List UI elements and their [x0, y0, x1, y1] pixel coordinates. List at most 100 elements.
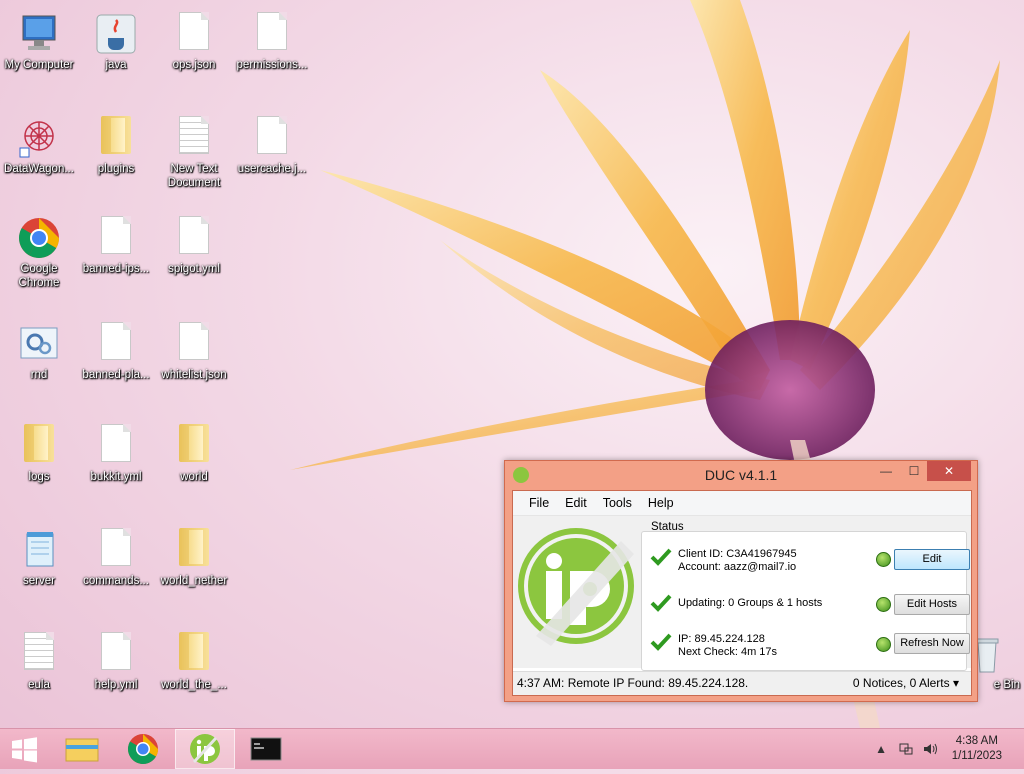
window-client-area: File Edit Tools Help Status Client ID: C3A4…	[512, 490, 972, 696]
file-icon	[94, 632, 138, 676]
folder-icon	[172, 528, 216, 572]
updating-text: Updating: 0 Groups & 1 hosts	[678, 597, 823, 609]
desktop-icon-label: commands...	[83, 575, 149, 587]
notices-alerts-dropdown[interactable]: 0 Notices, 0 Alerts ▾	[853, 676, 959, 690]
desktop-icon-commands[interactable]: commands...	[78, 524, 154, 616]
desktop-icon-server[interactable]: server	[1, 524, 77, 616]
java-icon	[94, 12, 138, 56]
notepad-icon	[17, 528, 61, 572]
network-icon[interactable]	[898, 741, 914, 757]
taskbar-chrome[interactable]	[113, 729, 173, 769]
ip-logo-icon	[518, 528, 634, 646]
desktop-icon-label: plugins	[97, 163, 135, 175]
desktop-icon-plugins[interactable]: plugins	[78, 112, 154, 204]
check-icon	[650, 594, 672, 612]
menu-bar: File Edit Tools Help	[513, 491, 971, 516]
desktop-icon-java[interactable]: java	[78, 8, 154, 100]
folder-icon	[65, 738, 99, 762]
menu-tools[interactable]: Tools	[595, 491, 640, 515]
desktop-icon-banned-ips[interactable]: banned-ips...	[78, 212, 154, 304]
close-button[interactable]: ✕	[927, 461, 971, 481]
desktop-icon-label: Google Chrome	[18, 263, 60, 289]
taskbar-command-prompt[interactable]	[236, 729, 296, 769]
desktop-icon-label: whitelist.json	[161, 369, 227, 381]
file-icon	[94, 528, 138, 572]
desktop-icon-label: rnd	[30, 369, 48, 381]
window-titlebar[interactable]: DUC v4.1.1 — ☐ ✕	[505, 461, 977, 490]
menu-help[interactable]: Help	[640, 491, 682, 515]
desktop-icon-label: world	[180, 471, 208, 483]
file-icon	[172, 12, 216, 56]
clock-time: 4:38 AM	[955, 735, 998, 747]
check-icon	[650, 633, 672, 651]
file-icon	[250, 12, 294, 56]
file-icon	[172, 322, 216, 366]
desktop-icon-world-nether[interactable]: world_nether	[156, 524, 232, 616]
chrome-icon	[17, 216, 61, 260]
chrome-icon	[127, 734, 159, 765]
system-clock[interactable]: 4:38 AM 1/11/2023	[952, 734, 1002, 764]
ip-text: IP: 89.45.224.128	[678, 633, 765, 645]
status-ok-icon	[876, 552, 891, 567]
desktop-icon-new-text-document[interactable]: New Text Document	[156, 112, 232, 204]
desktop-icon-datawagon[interactable]: DataWagon...	[1, 112, 77, 204]
desktop-icon-ops-json[interactable]: ops.json	[156, 8, 232, 100]
desktop-icon-world[interactable]: world	[156, 420, 232, 512]
desktop-icon-help-yml[interactable]: help.yml	[78, 628, 154, 720]
show-hidden-icons-button[interactable]: ▲	[875, 742, 887, 756]
desktop-icon-label: My Computer	[4, 59, 74, 71]
refresh-now-button[interactable]: Refresh Now	[894, 633, 970, 654]
duc-window[interactable]: DUC v4.1.1 — ☐ ✕ File Edit Tools Help Statu…	[504, 460, 978, 702]
client-id-text: Client ID: C3A41967945	[678, 548, 797, 560]
file-icon	[94, 322, 138, 366]
start-button[interactable]	[0, 729, 48, 769]
desktop-icon-label: usercache.j...	[237, 163, 307, 175]
status-row-updating: Updating: 0 Groups & 1 hosts Edit Hosts	[650, 594, 970, 616]
desktop-icon-permissions[interactable]: permissions...	[234, 8, 310, 100]
desktop-icon-my-computer[interactable]: My Computer	[1, 8, 77, 100]
main-panel: Status Client ID: C3A41967945 Account: a…	[513, 516, 971, 671]
next-check-text: Next Check: 4m 17s	[678, 646, 778, 658]
desktop-icon-label: server	[23, 575, 55, 587]
menu-edit[interactable]: Edit	[557, 491, 595, 515]
edit-button[interactable]: Edit	[894, 549, 970, 570]
window-statusbar: 4:37 AM: Remote IP Found: 89.45.224.128.…	[513, 671, 971, 695]
desktop-icon-spigot-yml[interactable]: spigot.yml	[156, 212, 232, 304]
desktop-icon-label: java	[105, 59, 127, 71]
desktop-icon-label: permissions...	[236, 59, 308, 71]
edit-hosts-button[interactable]: Edit Hosts	[894, 594, 970, 615]
file-icon	[172, 216, 216, 260]
desktop-icon-label: logs	[28, 471, 50, 483]
computer-icon	[17, 12, 61, 56]
ip-logo-icon	[190, 734, 220, 764]
desktop-icon-label: bukkit.yml	[90, 471, 142, 483]
desktop-icon-google-chrome[interactable]: Google Chrome	[1, 212, 77, 304]
taskbar-duc[interactable]	[175, 729, 235, 769]
volume-icon[interactable]	[922, 741, 938, 757]
statusbar-message: 4:37 AM: Remote IP Found: 89.45.224.128.	[517, 676, 749, 690]
desktop-icon-bukkit-yml[interactable]: bukkit.yml	[78, 420, 154, 512]
status-group: Client ID: C3A41967945 Account: aazz@mai…	[641, 531, 970, 671]
desktop-icon-label: spigot.yml	[168, 263, 220, 275]
desktop-icon-label: help.yml	[94, 679, 138, 691]
folder-icon	[17, 424, 61, 468]
file-icon	[94, 216, 138, 260]
text-document-icon	[17, 632, 61, 676]
desktop-icon-label: ops.json	[172, 59, 216, 71]
desktop-icon-eula[interactable]: eula	[1, 628, 77, 720]
desktop-icon-usercache[interactable]: usercache.j...	[234, 112, 310, 204]
desktop-icon-world-the-end[interactable]: world_the_...	[156, 628, 232, 720]
desktop-icon-rnd[interactable]: rnd	[1, 318, 77, 410]
menu-file[interactable]: File	[521, 491, 557, 515]
maximize-button[interactable]: ☐	[901, 461, 927, 481]
taskbar: ▲ 4:38 AM 1/11/2023	[0, 728, 1024, 769]
status-row-client: Client ID: C3A41967945 Account: aazz@mai…	[650, 548, 970, 578]
desktop-icon-banned-players[interactable]: banned-pla...	[78, 318, 154, 410]
minimize-button[interactable]: —	[873, 461, 899, 481]
desktop-icon-whitelist-json[interactable]: whitelist.json	[156, 318, 232, 410]
taskbar-file-explorer[interactable]	[52, 729, 112, 769]
status-ok-icon	[876, 597, 891, 612]
check-icon	[650, 548, 672, 566]
terminal-icon	[250, 737, 282, 761]
desktop-icon-logs[interactable]: logs	[1, 420, 77, 512]
